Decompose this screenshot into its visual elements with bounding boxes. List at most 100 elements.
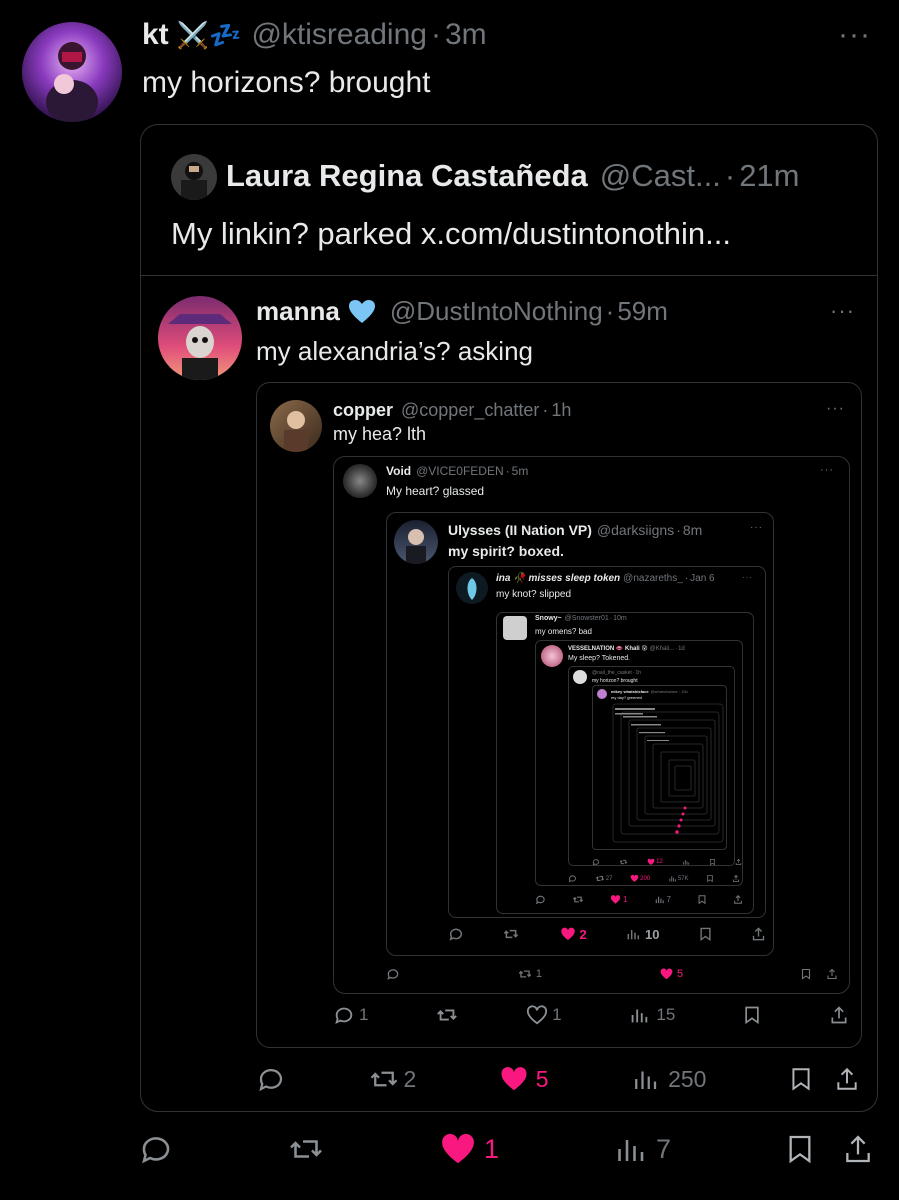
mikey-name[interactable]: mikey whatshisface (611, 689, 649, 694)
void-avatar[interactable] (343, 464, 377, 498)
retweet-button[interactable] (287, 1131, 325, 1167)
share-icon[interactable] (751, 926, 766, 942)
void-name[interactable]: Void (386, 464, 411, 478)
retweet-button[interactable]: 1 (517, 967, 542, 981)
retweet-icon[interactable] (435, 1004, 459, 1026)
reply-icon[interactable] (448, 926, 464, 942)
share-icon[interactable] (842, 1131, 874, 1167)
manna-handle[interactable]: @DustIntoNothing (390, 296, 603, 327)
nail-time[interactable]: 1h (636, 670, 642, 676)
copper-name[interactable]: copper (333, 400, 393, 421)
ulysses-avatar[interactable] (394, 520, 438, 564)
views-button[interactable]: 7 (654, 894, 671, 905)
laura-handle[interactable]: @Cast... (600, 158, 721, 194)
copper-time[interactable]: 1h (551, 400, 571, 421)
vessel-time[interactable]: 1d (678, 646, 685, 652)
bookmark-icon[interactable] (698, 926, 713, 942)
main-author-handle[interactable]: @ktisreading (251, 18, 427, 52)
mikey-avatar[interactable] (597, 689, 607, 699)
like-button[interactable]: 1 (438, 1130, 499, 1168)
mikey-time[interactable]: 10h (681, 689, 688, 694)
views-button[interactable]: 7 (612, 1131, 671, 1167)
snowy-tweet-text: my omens? bad (535, 627, 592, 636)
like-button[interactable]: 5 (659, 967, 683, 981)
reply-button[interactable] (138, 1131, 174, 1167)
manna-avatar[interactable] (158, 296, 242, 380)
like-button[interactable]: 1 (526, 1004, 562, 1026)
verified-heart-icon (348, 299, 376, 325)
copper-more-icon[interactable]: ··· (826, 400, 845, 418)
bookmark-icon[interactable] (709, 858, 716, 866)
nail-handle[interactable]: @nail_the_casket (592, 670, 632, 676)
like-button[interactable]: 1 (610, 894, 627, 905)
views-icon[interactable] (682, 858, 690, 866)
share-icon[interactable] (732, 874, 740, 883)
manna-time[interactable]: 59m (617, 296, 668, 327)
ulysses-time[interactable]: 8m (683, 522, 702, 538)
vessel-handle[interactable]: @Khali... (650, 646, 674, 652)
copper-handle[interactable]: @copper_chatter (401, 400, 539, 421)
separator-dot: · (430, 18, 441, 51)
void-handle[interactable]: @VICE0FEDEN (416, 464, 504, 478)
ina-handle[interactable]: @nazareths_ (623, 573, 683, 584)
views-button[interactable]: 10 (625, 926, 659, 942)
reply-icon[interactable] (535, 894, 546, 905)
ulysses-handle[interactable]: @darksiigns (597, 522, 674, 538)
share-icon[interactable] (733, 894, 743, 905)
bookmark-icon[interactable] (697, 894, 707, 905)
reply-icon[interactable] (256, 1064, 286, 1094)
nail-avatar[interactable] (573, 670, 587, 684)
snowy-name[interactable]: Snowy~ (535, 615, 562, 622)
main-author-name[interactable]: kt (142, 18, 169, 52)
like-button[interactable]: 200 (630, 874, 650, 883)
retweet-icon[interactable] (502, 926, 520, 942)
ulysses-name[interactable]: Ulysses (II Nation VP) (448, 522, 592, 538)
retweet-icon[interactable] (572, 894, 584, 905)
reply-icon[interactable] (386, 967, 400, 981)
like-button[interactable]: 5 (498, 1064, 549, 1094)
ina-name[interactable]: ina 🥀 misses sleep token (496, 573, 620, 584)
reply-icon[interactable] (592, 858, 600, 866)
retweet-button[interactable]: 2 (368, 1064, 416, 1094)
laura-time[interactable]: 21m (739, 158, 799, 194)
main-time-text[interactable]: 3m (445, 18, 487, 52)
manna-name[interactable]: manna (256, 296, 340, 327)
laura-avatar[interactable] (171, 154, 217, 200)
vessel-avatar[interactable] (541, 645, 563, 667)
main-avatar[interactable] (22, 22, 122, 122)
snowy-avatar[interactable] (503, 616, 527, 640)
bookmark-icon[interactable] (788, 1064, 814, 1094)
ina-time[interactable]: Jan 6 (690, 573, 714, 584)
void-more-icon[interactable]: ··· (820, 464, 834, 476)
laura-name[interactable]: Laura Regina Castañeda (226, 158, 588, 194)
main-more-icon[interactable]: ··· (838, 18, 871, 52)
share-icon[interactable] (834, 1064, 860, 1094)
bookmark-icon[interactable] (706, 874, 714, 883)
retweet-button[interactable]: 27 (595, 874, 612, 883)
ulysses-more-icon[interactable]: ··· (750, 522, 763, 533)
vessel-name[interactable]: VESSELNATION 👄 Khali 😵 (568, 645, 648, 652)
views-button[interactable]: 250 (630, 1064, 706, 1094)
retweet-icon[interactable] (619, 858, 628, 866)
share-icon[interactable] (829, 1004, 849, 1026)
ina-more-icon[interactable]: ··· (742, 573, 753, 582)
snowy-time[interactable]: 10m (613, 615, 627, 622)
like-count: 5 (535, 1065, 549, 1092)
share-icon[interactable] (826, 967, 838, 981)
bookmark-icon[interactable] (784, 1131, 816, 1167)
mikey-handle[interactable]: @whatshisface (651, 689, 678, 694)
void-time[interactable]: 5m (512, 464, 529, 478)
copper-avatar[interactable] (270, 400, 322, 452)
share-icon[interactable] (735, 858, 742, 866)
views-button[interactable]: 15 (628, 1004, 675, 1026)
ina-avatar[interactable] (456, 572, 488, 604)
reply-icon[interactable] (568, 874, 577, 883)
views-button[interactable]: 57K (668, 874, 689, 883)
like-button[interactable]: 2 (559, 926, 587, 942)
bookmark-icon[interactable] (742, 1004, 762, 1026)
manna-more-icon[interactable]: ··· (830, 298, 855, 324)
like-button[interactable]: 12 (647, 858, 663, 866)
bookmark-icon[interactable] (800, 967, 812, 981)
snowy-handle[interactable]: @Snowster01 (565, 615, 609, 622)
reply-button[interactable]: 1 (333, 1004, 368, 1026)
